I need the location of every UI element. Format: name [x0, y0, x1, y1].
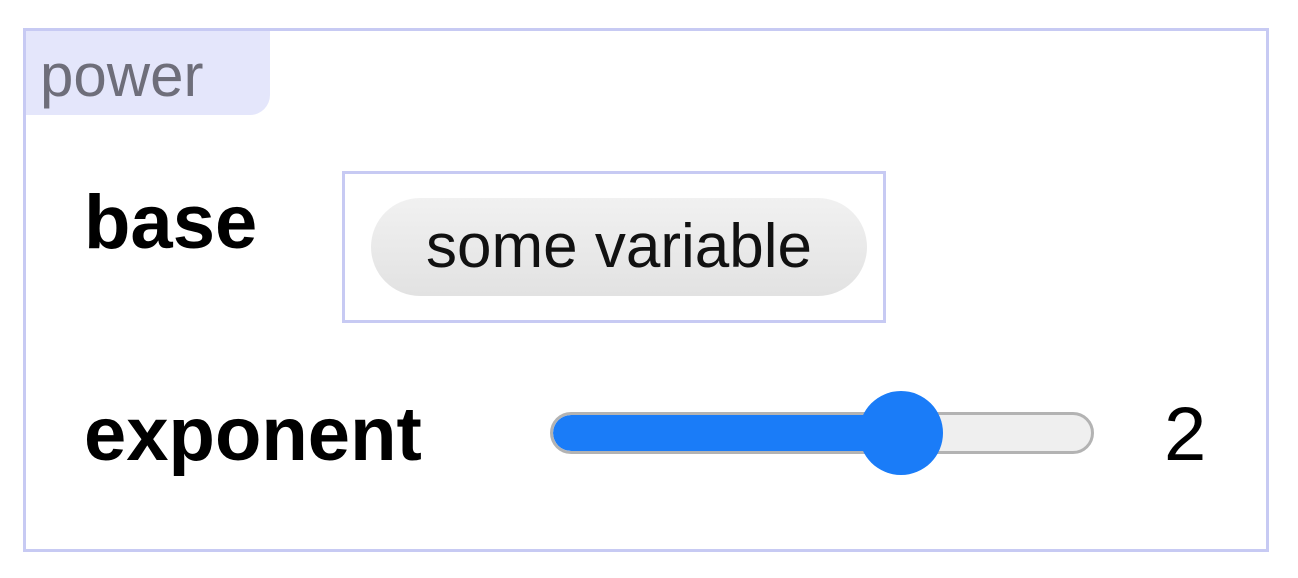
exponent-label: exponent	[84, 392, 422, 477]
exponent-value: 2	[1164, 392, 1207, 477]
base-input-slot[interactable]: some variable	[342, 171, 886, 323]
exponent-slider[interactable]	[550, 391, 1094, 475]
variable-chip[interactable]: some variable	[371, 198, 867, 296]
slider-thumb[interactable]	[859, 391, 943, 475]
base-label: base	[84, 180, 258, 265]
power-block: power base some variable exponent 2	[23, 28, 1269, 552]
slider-track[interactable]	[550, 412, 1094, 454]
block-type-tag: power	[26, 31, 270, 115]
